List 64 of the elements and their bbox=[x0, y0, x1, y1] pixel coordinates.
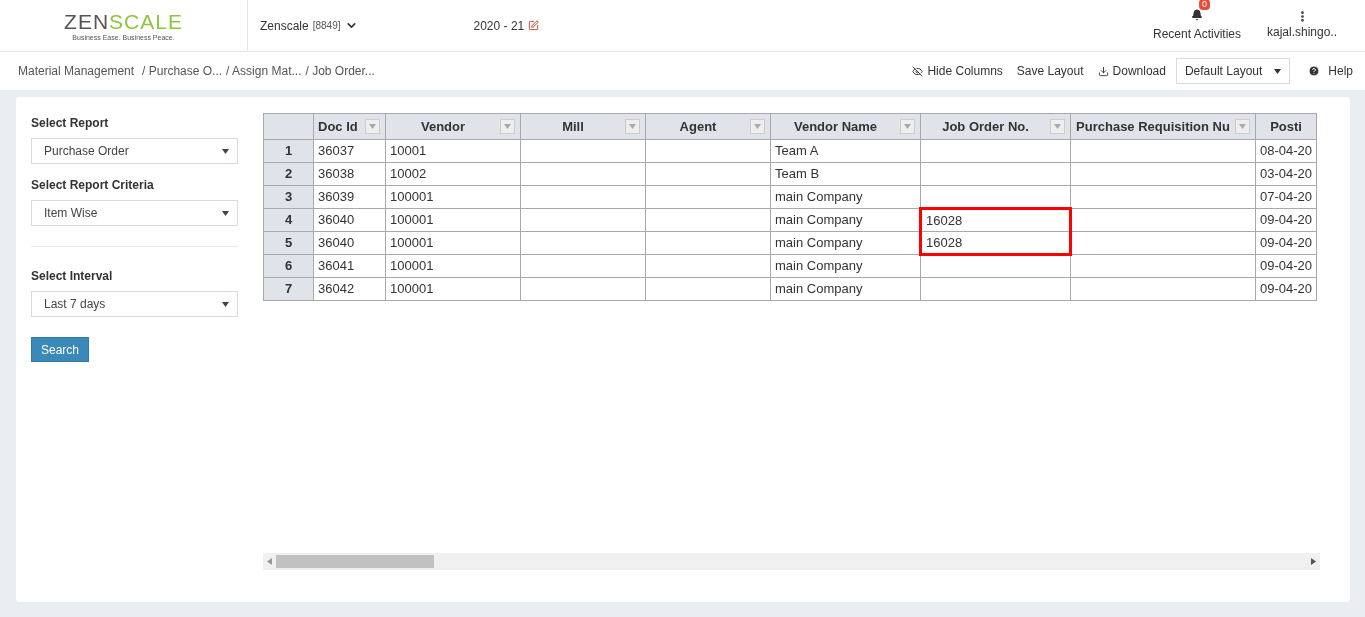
search-button[interactable]: Search bbox=[31, 337, 89, 362]
table-cell: 09-04-20 bbox=[1255, 208, 1317, 232]
table-cell: main Company bbox=[770, 254, 921, 278]
table-cell: 36040 bbox=[313, 231, 386, 255]
table-cell: 36040 bbox=[313, 208, 386, 232]
table-cell: Team A bbox=[770, 139, 921, 163]
filter-select[interactable]: Purchase Order bbox=[31, 138, 238, 164]
row-number: 5 bbox=[263, 231, 314, 255]
table-cell: 10001 bbox=[385, 139, 521, 163]
column-header[interactable]: Job Order No. bbox=[920, 113, 1071, 140]
breadcrumb-item[interactable]: / Job Order... bbox=[305, 62, 375, 80]
table-cell: 36042 bbox=[313, 277, 386, 301]
filter-label: Select Report Criteria bbox=[31, 177, 155, 194]
row-number: 4 bbox=[263, 208, 314, 232]
hide-columns-button[interactable]: Hide Columns bbox=[912, 62, 1003, 80]
table-cell: Team B bbox=[770, 162, 921, 186]
column-header[interactable]: Mill bbox=[520, 113, 646, 140]
filter-select[interactable]: Item Wise bbox=[31, 200, 238, 226]
table-cell: 36041 bbox=[313, 254, 386, 278]
save-layout-button[interactable]: Save Layout bbox=[1016, 62, 1084, 80]
table-cell: 10002 bbox=[385, 162, 521, 186]
breadcrumb-item[interactable]: Material Management bbox=[18, 62, 135, 80]
breadcrumb-item[interactable]: / Assign Mat... bbox=[226, 62, 302, 80]
table-cell: main Company bbox=[770, 277, 921, 301]
table-cell: 07-04-20 bbox=[1255, 185, 1317, 209]
table-cell: 36037 bbox=[313, 139, 386, 163]
table-cell: main Company bbox=[770, 185, 921, 209]
column-header[interactable]: Vendor Name bbox=[770, 113, 921, 140]
table-cell: 100001 bbox=[385, 185, 521, 209]
user-menu[interactable]: kajal.shingo.. bbox=[1247, 0, 1357, 51]
table-cell: 100001 bbox=[385, 208, 521, 232]
filter-select[interactable]: Last 7 days bbox=[31, 291, 238, 317]
filter-label: Select Interval bbox=[31, 268, 114, 285]
column-header[interactable]: Posti bbox=[1255, 113, 1317, 140]
table-cell: 100001 bbox=[385, 231, 521, 255]
fiscal-year: 2020 - 21 bbox=[473, 17, 525, 35]
breadcrumb-item[interactable]: / Purchase O... bbox=[142, 62, 223, 80]
row-number: 1 bbox=[263, 139, 314, 163]
help-button[interactable]: Help bbox=[1308, 62, 1353, 80]
column-header[interactable]: Vendor bbox=[385, 113, 521, 140]
layout-select[interactable]: Default Layout bbox=[1175, 58, 1291, 84]
row-number: 6 bbox=[263, 254, 314, 278]
row-number: 7 bbox=[263, 277, 314, 301]
table-cell: 03-04-20 bbox=[1255, 162, 1317, 186]
table-cell: 36038 bbox=[313, 162, 386, 186]
download-button[interactable]: Download bbox=[1097, 62, 1166, 80]
table-cell: 08-04-20 bbox=[1255, 139, 1317, 163]
highlighted-cell: 16028 bbox=[920, 208, 1071, 232]
recent-activities-button[interactable]: 0 Recent Activities bbox=[1147, 0, 1247, 51]
table-cell: 36039 bbox=[313, 185, 386, 209]
column-header[interactable]: Doc Id bbox=[313, 113, 386, 140]
table-cell: 09-04-20 bbox=[1255, 277, 1317, 301]
highlighted-cell: 16028 bbox=[920, 231, 1071, 255]
table-cell: 100001 bbox=[385, 277, 521, 301]
table-cell: 09-04-20 bbox=[1255, 231, 1317, 255]
row-number: 3 bbox=[263, 185, 314, 209]
table-cell: 100001 bbox=[385, 254, 521, 278]
company-selector[interactable]: Zenscale [8849] bbox=[260, 0, 358, 51]
column-header[interactable]: Purchase Requisition Nu bbox=[1070, 113, 1256, 140]
column-header[interactable]: Agent bbox=[645, 113, 771, 140]
table-cell: 09-04-20 bbox=[1255, 254, 1317, 278]
notification-badge: 0 bbox=[1199, 0, 1210, 10]
filter-label: Select Report bbox=[31, 115, 110, 132]
row-number: 2 bbox=[263, 162, 314, 186]
